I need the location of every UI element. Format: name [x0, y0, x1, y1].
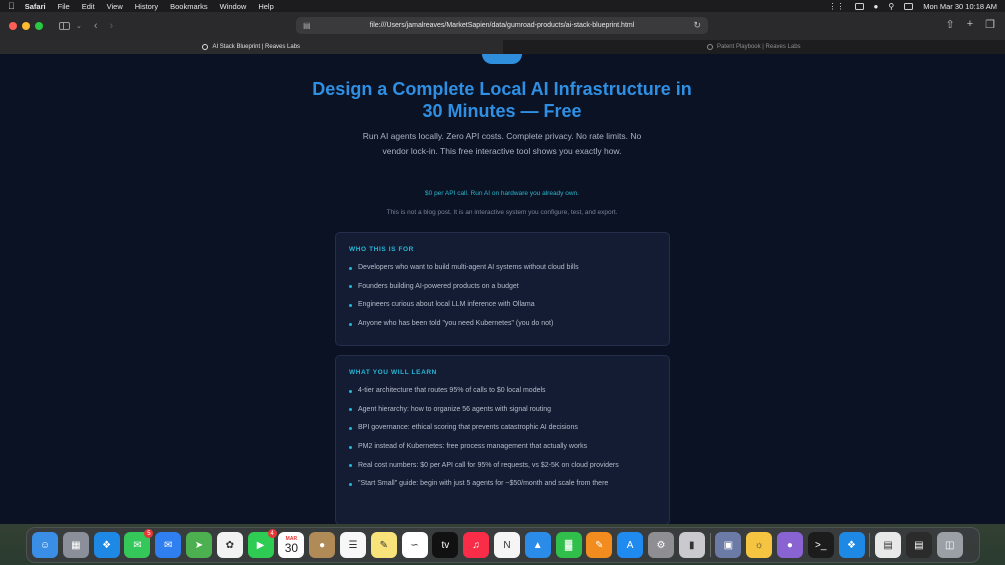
dock-pages-icon[interactable]: ✎: [586, 532, 613, 558]
dock-trash-icon[interactable]: ◫: [936, 532, 963, 558]
menu-bookmarks[interactable]: Bookmarks: [170, 2, 208, 11]
menu-view[interactable]: View: [107, 2, 123, 11]
close-window-button[interactable]: [9, 22, 17, 30]
list-item: BPI governance: ethical scoring that pre…: [349, 422, 656, 435]
dock-terminal-icon[interactable]: >_: [807, 532, 834, 558]
dock-facetime-icon[interactable]: ▶ 4: [247, 529, 277, 558]
display-icon[interactable]: [854, 2, 864, 10]
card-title: WHAT YOU WILL LEARN: [349, 369, 437, 376]
audience-list: Developers who want to build multi-agent…: [349, 262, 656, 331]
web-content: Design a Complete Local AI Infrastructur…: [0, 54, 1005, 524]
tab-favicon-icon: [706, 44, 713, 50]
menu-history[interactable]: History: [135, 2, 158, 11]
address-bar[interactable]: ▤ file:///Users/jamalreaves/MarketSapien…: [296, 17, 708, 34]
dock-keynote-icon[interactable]: ▲: [524, 532, 551, 558]
address-url: file:///Users/jamalreaves/MarketSapien/d…: [369, 22, 635, 29]
hero-tagline: $0 per API call. Run AI on hardware you …: [425, 190, 579, 197]
dock-safari-2-icon[interactable]: ❖: [838, 532, 865, 558]
dock-contacts-icon[interactable]: ●: [309, 532, 336, 558]
dock-app-store-icon[interactable]: A: [617, 532, 644, 558]
who-this-is-for-card: WHO THIS IS FOR Developers who want to b…: [335, 232, 670, 346]
list-item: Agent hierarchy: how to organize 56 agen…: [349, 404, 656, 417]
dock-news-icon[interactable]: N: [493, 532, 520, 558]
card-title: WHO THIS IS FOR: [349, 246, 414, 253]
list-item: 4-tier architecture that routes 95% of c…: [349, 385, 656, 398]
menubar:  Safari File Edit View History Bookmark…: [0, 0, 1005, 12]
tab-group-chevron-icon[interactable]: ⌄: [76, 22, 82, 30]
menubar-clock[interactable]: Mon Mar 30 10:18 AM: [923, 2, 997, 11]
dock-music-icon[interactable]: ♫: [463, 532, 490, 558]
menu-help[interactable]: Help: [258, 2, 273, 11]
dock-screenshot-icon[interactable]: ▤: [905, 532, 932, 558]
dock-system-settings-icon[interactable]: ⚙: [647, 532, 674, 558]
control-center-icon[interactable]: [904, 2, 914, 10]
forward-button[interactable]: ›: [110, 20, 114, 32]
list-item: Founders building AI-powered products on…: [349, 281, 656, 294]
dock-maps-icon[interactable]: ➤: [185, 532, 212, 558]
dock-tips-icon[interactable]: ☼: [746, 532, 773, 558]
dock-documents-icon[interactable]: ▤: [875, 532, 902, 558]
page-subtitle: Run AI agents locally. Zero API costs. C…: [362, 131, 642, 156]
dock-finder-icon[interactable]: ☺: [32, 532, 58, 558]
tab-overview-icon[interactable]: ❐: [985, 18, 995, 31]
toolbar-right-buttons: ⇧ + ❐: [945, 18, 995, 31]
dock-mail-icon[interactable]: ✉: [155, 532, 182, 558]
browser-toolbar: ⌄ ‹ › ▤ file:///Users/jamalreaves/Market…: [0, 12, 1005, 40]
tab-ai-stack-blueprint[interactable]: AI Stack Blueprint | Reaves Labs: [0, 40, 503, 54]
list-item: PM2 instead of Kubernetes: free process …: [349, 441, 656, 454]
search-icon[interactable]: ⚲: [888, 2, 894, 11]
menubar-status-area: ⋮⋮ ● ⚲ Mon Mar 30 10:18 AM: [829, 2, 998, 11]
list-item: Real cost numbers: $0 per API call for 9…: [349, 460, 656, 473]
window-controls: [9, 22, 43, 30]
learning-list: 4-tier architecture that routes 95% of c…: [349, 385, 656, 491]
dock-reminders-icon[interactable]: ☰: [339, 532, 366, 558]
dock-separator: [869, 533, 871, 557]
apple-icon[interactable]: : [8, 1, 15, 11]
messages-badge: 5: [144, 529, 154, 538]
hero-note: This is not a blog post. It is an intera…: [386, 209, 618, 216]
dock-separator: [709, 533, 711, 557]
menu-edit[interactable]: Edit: [82, 2, 95, 11]
menu-app-name[interactable]: Safari: [25, 2, 46, 11]
tab-patent-playbook[interactable]: Patent Playbook | Reaves Labs: [503, 40, 1005, 54]
dock: ☺ ▦ ❖ ✉ 5 ✉ ➤ ✿ ▶ 4 MAR 30 ● ☰ ✎ ∽ tv ♫ N ▲ ▓ ✎ A ⚙ ▮ ▣ ☼ ● >_ ❖ ▤ ▤ ◫: [26, 527, 980, 563]
minimize-window-button[interactable]: [22, 22, 30, 30]
new-tab-icon[interactable]: +: [967, 18, 973, 31]
dock-github-desktop-icon[interactable]: ●: [776, 532, 803, 558]
back-button[interactable]: ‹: [94, 20, 98, 32]
control-grid-icon[interactable]: ⋮⋮: [829, 2, 845, 11]
hero-badge: [482, 54, 522, 64]
tab-bar: AI Stack Blueprint | Reaves Labs Patent …: [0, 40, 1005, 54]
wifi-icon[interactable]: ●: [874, 2, 879, 11]
sidebar-toggle-icon[interactable]: [59, 22, 70, 30]
page-menu-icon[interactable]: ▤: [303, 21, 311, 30]
dock-messages-icon[interactable]: ✉ 5: [124, 529, 154, 558]
zoom-window-button[interactable]: [35, 22, 43, 30]
dock-notes-icon[interactable]: ✎: [370, 532, 397, 558]
dock-preview-icon[interactable]: ▣: [715, 532, 742, 558]
dock-safari-icon[interactable]: ❖: [93, 532, 120, 558]
share-icon[interactable]: ⇧: [945, 18, 954, 31]
tab-favicon-icon: [202, 44, 209, 50]
reload-icon[interactable]: ↻: [693, 20, 701, 31]
menu-file[interactable]: File: [58, 2, 70, 11]
dock-photos-icon[interactable]: ✿: [216, 532, 243, 558]
menu-window[interactable]: Window: [220, 2, 247, 11]
page-title: Design a Complete Local AI Infrastructur…: [312, 79, 692, 121]
list-item: Developers who want to build multi-agent…: [349, 262, 656, 275]
dock-tv-icon[interactable]: tv: [432, 532, 459, 558]
list-item: "Start Small" guide: begin with just 5 a…: [349, 478, 656, 491]
facetime-badge: 4: [267, 529, 277, 538]
dock-calendar-icon[interactable]: MAR 30: [278, 532, 305, 558]
calendar-day: 30: [284, 540, 299, 555]
tab-title: Patent Playbook | Reaves Labs: [716, 44, 801, 50]
tab-title: AI Stack Blueprint | Reaves Labs: [212, 44, 301, 50]
dock-launchpad-icon[interactable]: ▦: [62, 532, 89, 558]
dock-numbers-icon[interactable]: ▓: [555, 532, 582, 558]
dock-iphone-mirroring-icon[interactable]: ▮: [678, 532, 705, 558]
what-you-will-learn-card: WHAT YOU WILL LEARN 4-tier architecture …: [335, 355, 670, 524]
list-item: Anyone who has been told "you need Kuber…: [349, 318, 656, 331]
dock-freeform-icon[interactable]: ∽: [401, 532, 428, 558]
list-item: Engineers curious about local LLM infere…: [349, 299, 656, 312]
